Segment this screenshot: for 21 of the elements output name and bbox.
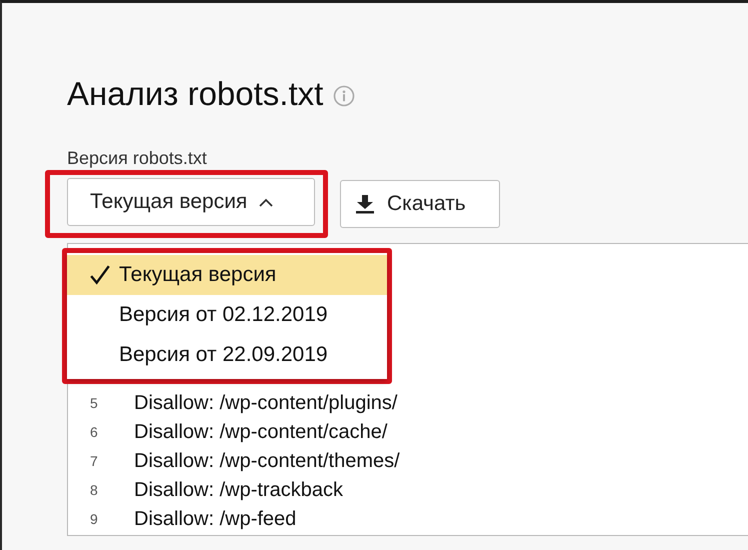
- line-number: 7: [89, 452, 99, 468]
- download-icon: [355, 194, 375, 214]
- code-line: Disallow: /wp-feed: [134, 506, 296, 530]
- menu-item[interactable]: Текущая версия: [67, 255, 387, 295]
- line-number: 6: [89, 424, 99, 440]
- menu-item[interactable]: Версия от 22.09.2019: [67, 335, 387, 375]
- checkmark-icon: [89, 264, 111, 286]
- field-label: Версия robots.txt: [67, 148, 208, 170]
- page-title: Анализ robots.txt: [67, 75, 324, 113]
- info-icon: [333, 85, 356, 107]
- line-number: 5: [89, 394, 99, 410]
- caret-icon: [259, 198, 274, 206]
- line-number: 9: [89, 510, 99, 526]
- code-line: Disallow: /wp-content/plugins/: [134, 390, 398, 414]
- line-number: 8: [89, 482, 99, 498]
- version-dropdown[interactable]: Текущая версия: [67, 178, 315, 226]
- download-button[interactable]: Скачать: [340, 180, 500, 228]
- menu-item[interactable]: Версия от 02.12.2019: [67, 295, 387, 335]
- code-line: Disallow: /wp-content/themes/: [134, 448, 400, 472]
- code-line: Disallow: /wp-content/cache/: [134, 420, 388, 444]
- code-line: Disallow: /wp-trackback: [134, 478, 343, 502]
